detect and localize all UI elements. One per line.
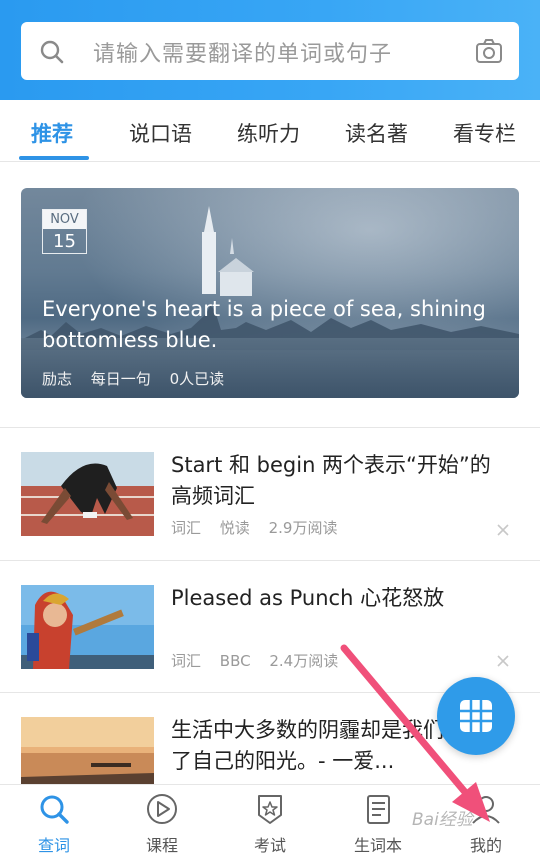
tab-speaking[interactable]: 说口语: [129, 118, 192, 148]
article-tag: 词汇: [171, 652, 202, 670]
top-header: 请输入需要翻译的单词或句子: [0, 0, 540, 100]
nav-profile-label: 我的: [469, 836, 502, 855]
article-title: Start 和 begin 两个表示“开始”的高频词汇: [171, 453, 491, 508]
user-icon: [472, 796, 500, 824]
nav-courses[interactable]: 课程: [108, 785, 216, 857]
article-source: BBC: [219, 652, 251, 670]
play-icon: [147, 794, 177, 824]
date-badge: NOV 15: [42, 209, 87, 254]
article-source: 悦读: [219, 519, 250, 537]
tab-columns[interactable]: 看专栏: [453, 118, 516, 148]
grid-menu-button[interactable]: [437, 677, 515, 755]
article-tag: 词汇: [171, 519, 202, 537]
article-title: Pleased as Punch 心花怒放: [171, 586, 445, 610]
search-icon: [40, 40, 64, 64]
daily-quote-text: Everyone's heart is a piece of sea, shin…: [42, 297, 486, 352]
featured-category: 每日一句: [90, 370, 151, 388]
camera-icon[interactable]: [475, 38, 503, 64]
search-input[interactable]: 请输入需要翻译的单词或句子: [93, 36, 392, 68]
list-item[interactable]: Start 和 begin 两个表示“开始”的高频词汇 词汇 悦读 2.9万阅读: [0, 428, 540, 560]
grid-icon: [460, 700, 492, 732]
date-day: 15: [53, 231, 76, 252]
article-meta: 词汇 悦读 2.9万阅读: [171, 517, 351, 538]
close-icon[interactable]: [496, 654, 510, 668]
article-thumbnail-sprinter: [21, 452, 154, 536]
tab-classics[interactable]: 读名著: [345, 118, 408, 148]
featured-meta: 励志 每日一句 0人已读: [42, 368, 238, 389]
active-tab-indicator: [19, 156, 89, 160]
date-month: NOV: [43, 210, 86, 229]
search-bar[interactable]: 请输入需要翻译的单词或句子: [21, 22, 519, 80]
featured-daily-quote-card[interactable]: NOV 15 Everyone's heart is a piece of se…: [21, 188, 519, 398]
badge-star-icon: [258, 795, 282, 824]
tab-listening[interactable]: 练听力: [237, 118, 300, 148]
article-thumbnail-sunset-lake: [21, 717, 154, 784]
category-tabs: 推荐 说口语 练听力 读名著 看专栏: [0, 100, 540, 162]
list-item[interactable]: Pleased as Punch 心花怒放 词汇 BBC 2.4万阅读: [0, 561, 540, 693]
nav-wordbook-label: 生词本: [353, 836, 402, 855]
close-icon[interactable]: [496, 523, 510, 537]
watermark: Bai经验: [412, 810, 473, 830]
nav-lookup-label: 查词: [37, 836, 70, 855]
tab-recommend[interactable]: 推荐: [31, 118, 73, 148]
article-reads: 2.9万阅读: [268, 519, 338, 537]
search-icon: [40, 795, 69, 824]
nav-lookup[interactable]: 查词: [0, 785, 108, 857]
nav-exam-label: 考试: [253, 836, 286, 855]
featured-reads: 0人已读: [169, 370, 225, 388]
featured-tag: 励志: [42, 370, 73, 388]
notebook-icon: [367, 795, 390, 824]
nav-exam[interactable]: 考试: [216, 785, 324, 857]
article-reads: 2.4万阅读: [269, 652, 339, 670]
nav-courses-label: 课程: [145, 836, 178, 855]
article-meta: 词汇 BBC 2.4万阅读: [171, 650, 352, 671]
article-thumbnail-punch-puppet: [21, 585, 154, 669]
